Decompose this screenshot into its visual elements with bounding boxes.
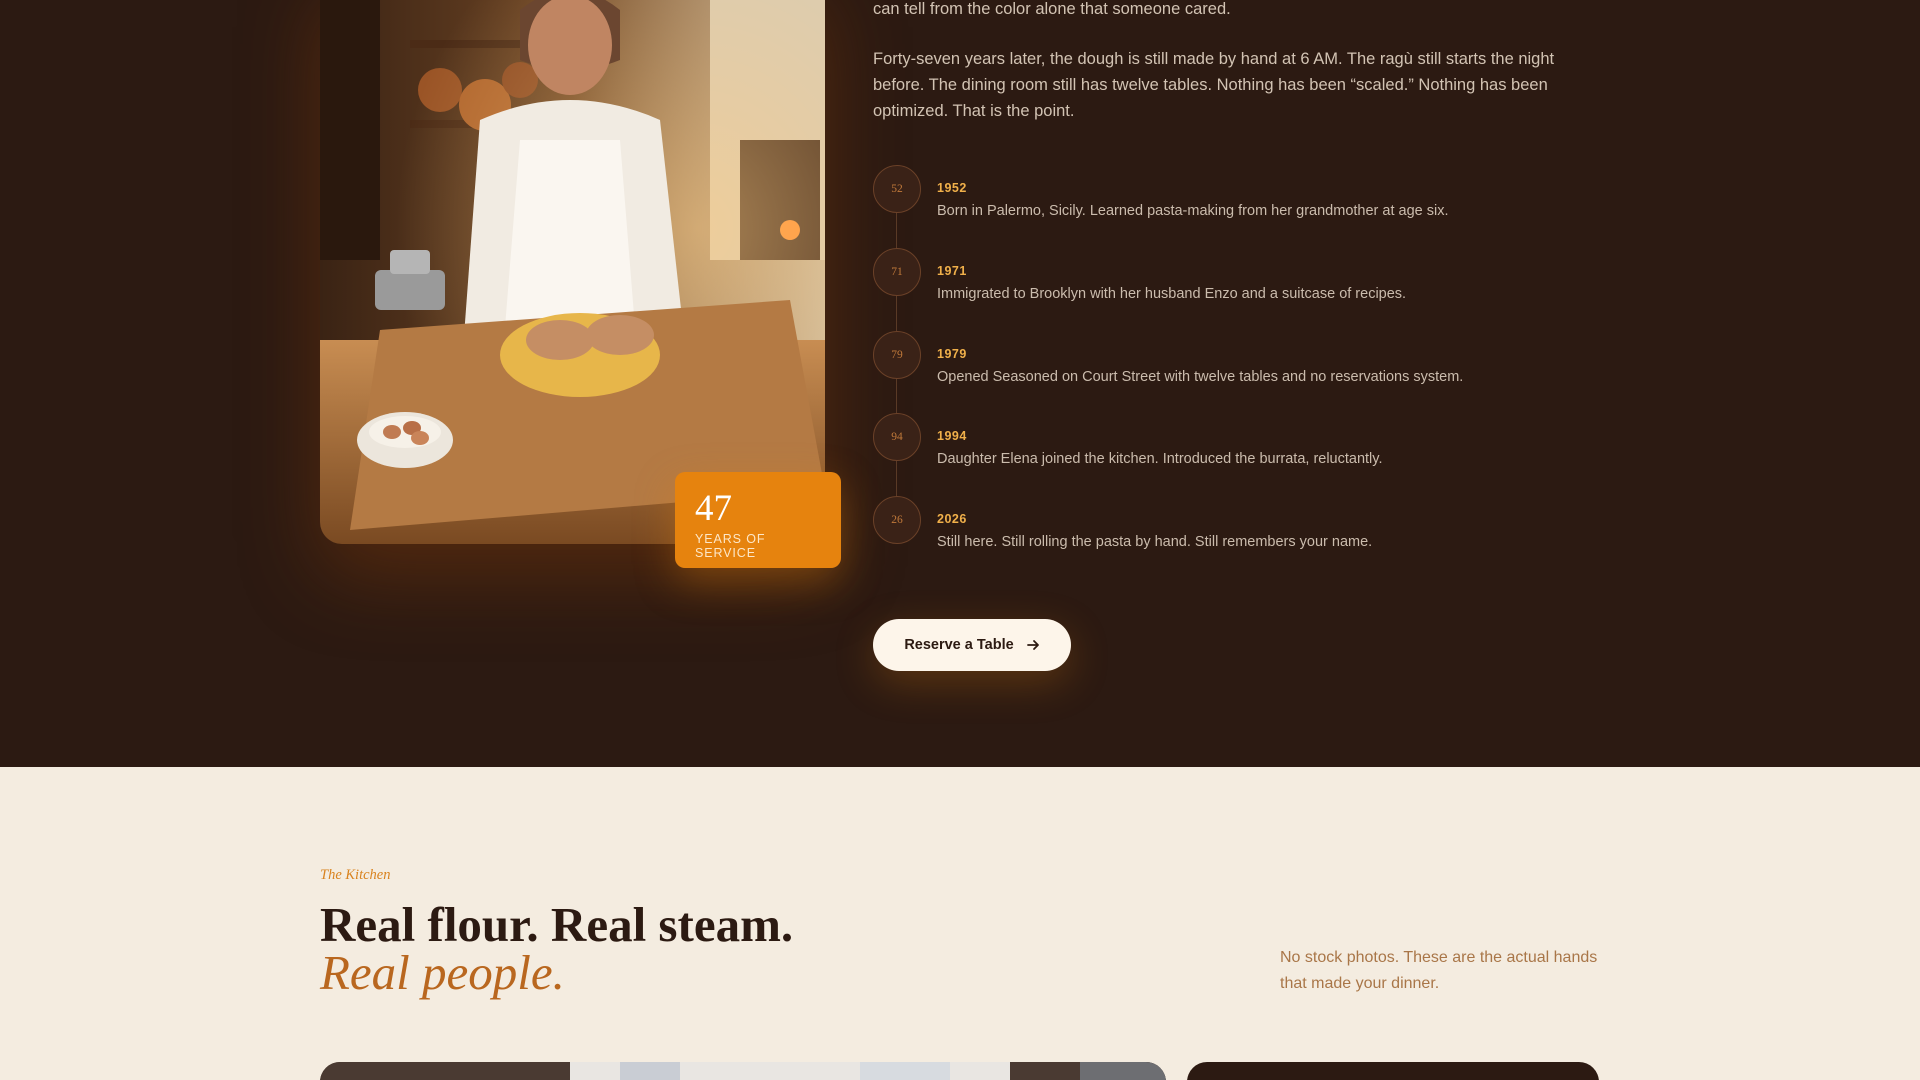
kitchen-section: The Kitchen Real flour. Real steam. Real… — [0, 767, 1920, 1080]
arrow-right-icon — [1026, 640, 1039, 650]
timeline-year: 1971 — [937, 264, 967, 278]
reserve-table-label: Reserve a Table — [904, 637, 1014, 653]
story-paragraph-2: Forty-seven years later, the dough is st… — [873, 50, 1555, 120]
story-paragraph-1: can tell from the color alone that someo… — [873, 0, 1231, 18]
section-headline: Real flour. Real steam. — [320, 897, 794, 952]
badge-label: YEARS OF SERVICE — [695, 532, 766, 560]
timeline-text: Immigrated to Brooklyn with her husband … — [937, 286, 1407, 302]
timeline-item: 52 1952 Born in Palermo, Sicily. Learned… — [873, 165, 1593, 225]
timeline-marker: 52 — [873, 165, 921, 213]
timeline-marker: 26 — [873, 496, 921, 544]
years-of-service-badge: 47 YEARS OF SERVICE — [675, 472, 841, 568]
timeline-marker: 94 — [873, 413, 921, 461]
chef-photo — [320, 0, 825, 544]
timeline-text: Born in Palermo, Sicily. Learned pasta-m… — [937, 203, 1449, 219]
timeline-item: 71 1971 Immigrated to Brooklyn with her … — [873, 248, 1593, 308]
timeline-text: Still here. Still rolling the pasta by h… — [937, 534, 1373, 550]
timeline-year: 1979 — [937, 347, 967, 361]
timeline-text: Opened Seasoned on Court Street with twe… — [937, 369, 1464, 385]
timeline-year: 1994 — [937, 429, 967, 443]
section-side-note: No stock photos. These are the actual ha… — [1280, 949, 1598, 992]
badge-number: 47 — [695, 488, 732, 529]
page: 47 YEARS OF SERVICE can tell from the co… — [0, 0, 1920, 1080]
kitchen-info-card — [1187, 1062, 1599, 1080]
section-eyebrow: The Kitchen — [320, 867, 391, 883]
timeline-item: 26 2026 Still here. Still rolling the pa… — [873, 496, 1593, 556]
timeline-item: 94 1994 Daughter Elena joined the kitche… — [873, 413, 1593, 473]
timeline-marker: 71 — [873, 248, 921, 296]
section-headline-emphasis: Real people. — [320, 945, 565, 1000]
timeline-year: 1952 — [937, 181, 967, 195]
timeline-year: 2026 — [937, 512, 967, 526]
timeline-text: Daughter Elena joined the kitchen. Intro… — [937, 451, 1383, 467]
reserve-table-button[interactable]: Reserve a Table — [873, 619, 1071, 671]
kitchen-photo-card — [320, 1062, 1166, 1080]
timeline-marker: 79 — [873, 331, 921, 379]
timeline-item: 79 1979 Opened Seasoned on Court Street … — [873, 331, 1593, 391]
story-section: 47 YEARS OF SERVICE can tell from the co… — [0, 0, 1920, 767]
